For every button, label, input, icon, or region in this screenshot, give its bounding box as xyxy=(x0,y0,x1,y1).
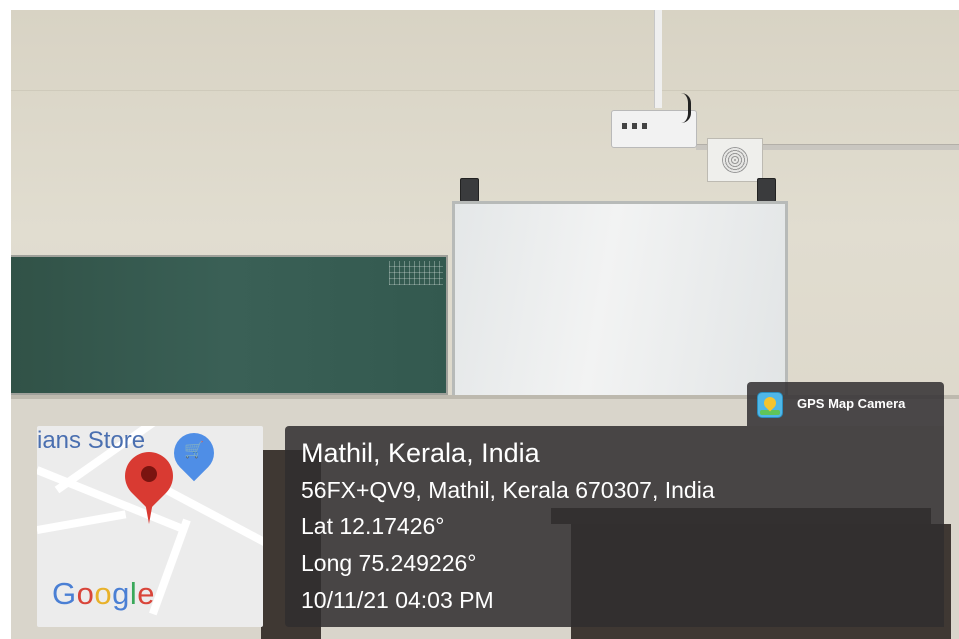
projector-port xyxy=(642,123,647,129)
google-letter: G xyxy=(52,576,77,611)
icon-pin xyxy=(761,394,779,412)
fan-grill xyxy=(722,147,748,173)
map-road xyxy=(149,518,191,616)
exhaust-fan xyxy=(707,138,763,182)
gps-map-camera-badge: GPS Map Camera xyxy=(747,382,944,426)
projector-mount xyxy=(654,10,662,108)
google-letter: o xyxy=(76,576,95,611)
map-thumbnail: ians Store 🛒 Google xyxy=(37,426,263,627)
location-address: 56FX+QV9, Mathil, Kerala 670307, India xyxy=(301,477,715,503)
map-road xyxy=(155,481,263,555)
google-logo: Google xyxy=(52,576,155,612)
projector-port xyxy=(622,123,627,129)
google-letter: g xyxy=(112,576,130,611)
projector-port xyxy=(632,123,637,129)
ceiling-seam xyxy=(11,90,959,91)
whiteboard xyxy=(452,201,788,398)
chalkboard xyxy=(11,255,448,395)
chalk-writing xyxy=(389,261,443,285)
projector-cable xyxy=(676,93,691,123)
cart-glyph: 🛒 xyxy=(184,440,204,459)
timestamp: 10/11/21 04:03 PM xyxy=(301,587,494,613)
left-speaker xyxy=(460,178,479,202)
location-info-panel: Mathil, Kerala, India 56FX+QV9, Mathil, … xyxy=(285,426,944,627)
map-pin-dot xyxy=(141,466,157,482)
latitude: Lat 12.17426° xyxy=(301,513,445,539)
google-letter: o xyxy=(94,576,113,611)
map-road xyxy=(37,510,127,534)
projector xyxy=(611,93,697,148)
map-place-label: ians Store xyxy=(37,427,146,454)
photo-frame: ians Store 🛒 Google GPS Map Camera Mathi… xyxy=(0,0,959,639)
right-speaker xyxy=(757,178,776,202)
location-title: Mathil, Kerala, India xyxy=(301,438,540,468)
longitude: Long 75.249226° xyxy=(301,550,477,576)
badge-label: GPS Map Camera xyxy=(797,396,906,411)
google-letter: e xyxy=(137,576,156,611)
gps-map-camera-icon xyxy=(757,392,783,418)
